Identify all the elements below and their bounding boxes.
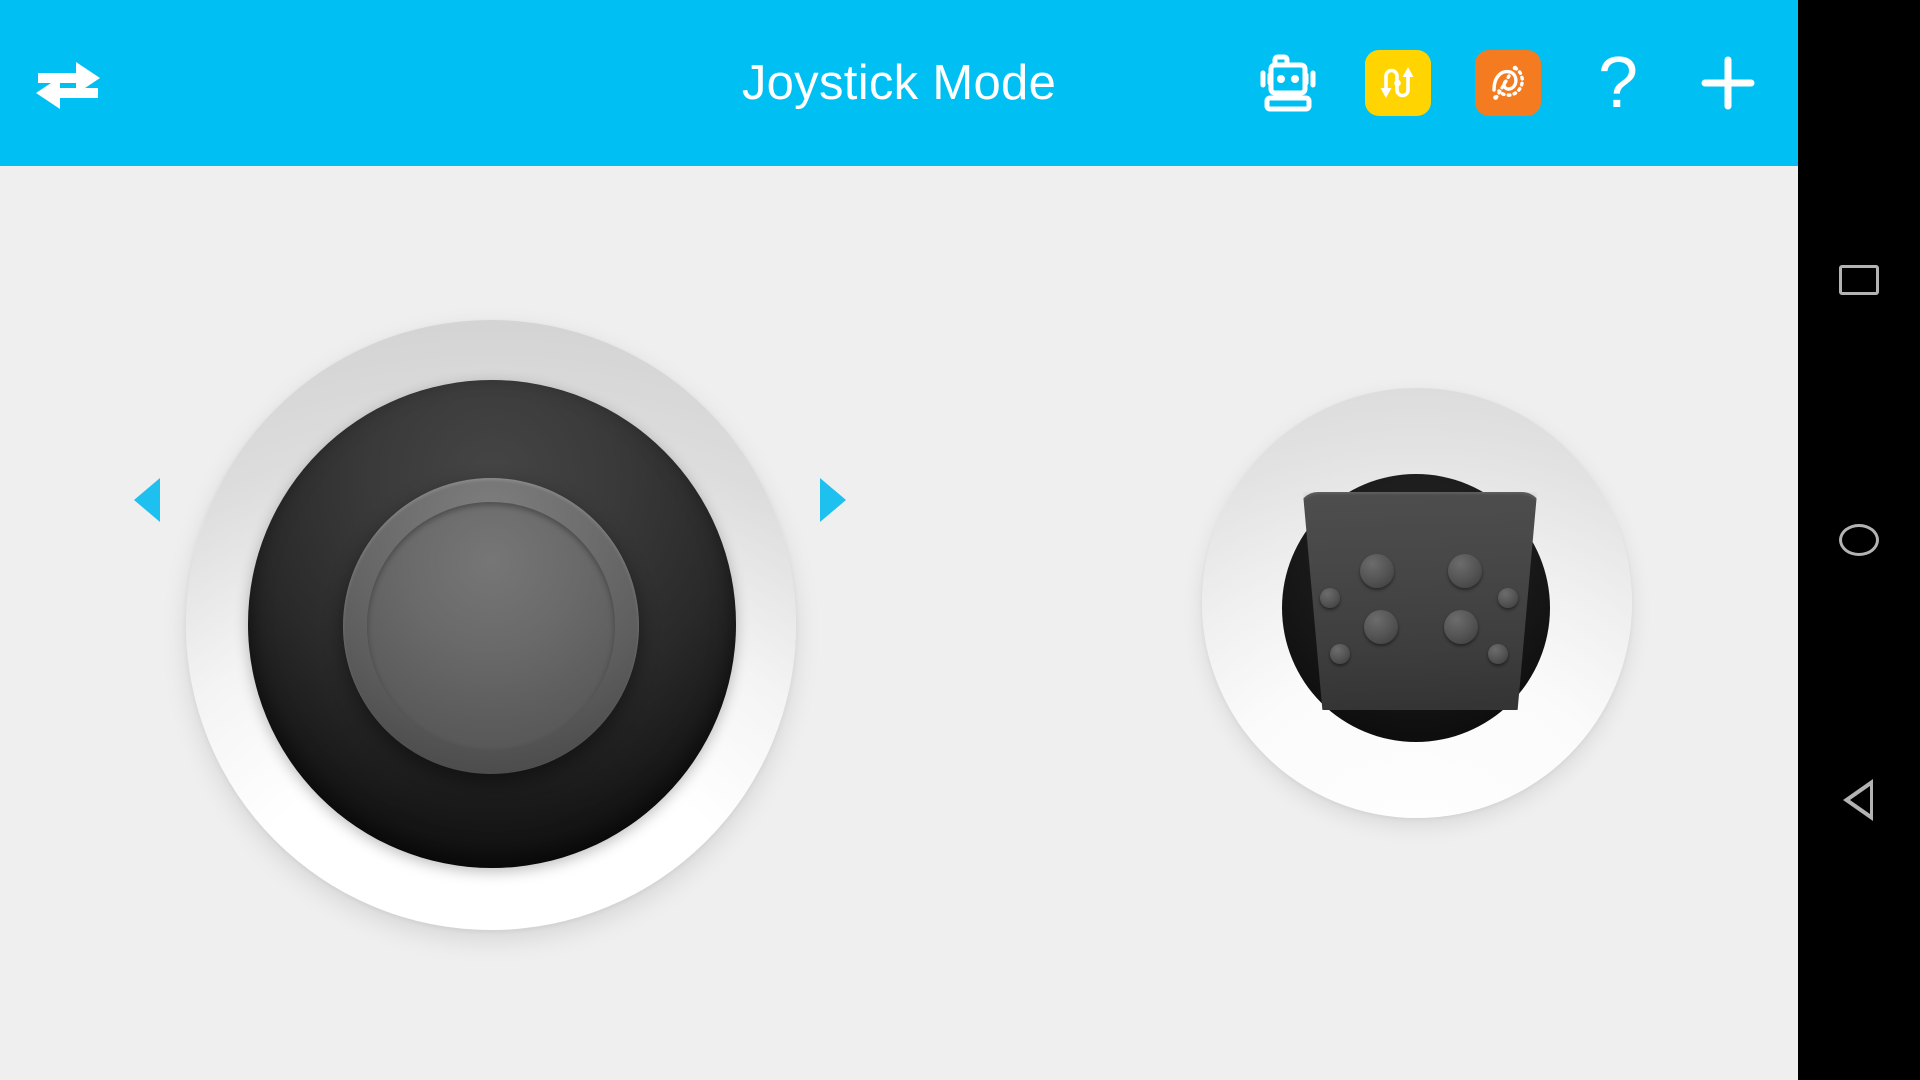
screen-root: Joystick Mode ? xyxy=(0,0,1920,1080)
triangle-back-icon xyxy=(1837,778,1881,822)
pad-bump xyxy=(1498,588,1518,608)
android-navigation-bar xyxy=(1798,0,1920,1080)
joystick-arrow-right[interactable] xyxy=(820,478,846,522)
add-icon[interactable] xyxy=(1684,39,1772,127)
pad-bump xyxy=(1448,554,1482,588)
draw-path-badge xyxy=(1475,50,1541,116)
pad-bump xyxy=(1330,644,1350,664)
app-bar-actions: ? xyxy=(1244,0,1772,166)
pad-bump xyxy=(1320,588,1340,608)
help-glyph: ? xyxy=(1597,42,1639,123)
movement-joystick[interactable] xyxy=(134,240,890,992)
circle-icon xyxy=(1839,524,1879,556)
nav-recents-button[interactable] xyxy=(1823,244,1895,316)
nav-home-button[interactable] xyxy=(1823,504,1895,576)
nav-back-button[interactable] xyxy=(1823,764,1895,836)
path-loop-badge xyxy=(1365,50,1431,116)
help-icon[interactable]: ? xyxy=(1574,39,1662,127)
square-icon xyxy=(1839,265,1879,295)
path-loop-icon[interactable] xyxy=(1354,39,1442,127)
app-bar: Joystick Mode ? xyxy=(0,0,1798,166)
draw-path-icon[interactable] xyxy=(1464,39,1552,127)
secondary-pad-control[interactable] xyxy=(1202,388,1632,818)
pad-bump xyxy=(1364,610,1398,644)
pad-bump xyxy=(1360,554,1394,588)
joystick-knob[interactable] xyxy=(343,478,639,774)
app-surface: Joystick Mode ? xyxy=(0,0,1798,1080)
pad-bumps xyxy=(1298,492,1542,710)
joystick-arrow-left[interactable] xyxy=(134,478,160,522)
pad-bump xyxy=(1488,644,1508,664)
swap-horizontal-icon[interactable] xyxy=(22,38,114,130)
robot-icon[interactable] xyxy=(1244,39,1332,127)
pad-bump xyxy=(1444,610,1478,644)
